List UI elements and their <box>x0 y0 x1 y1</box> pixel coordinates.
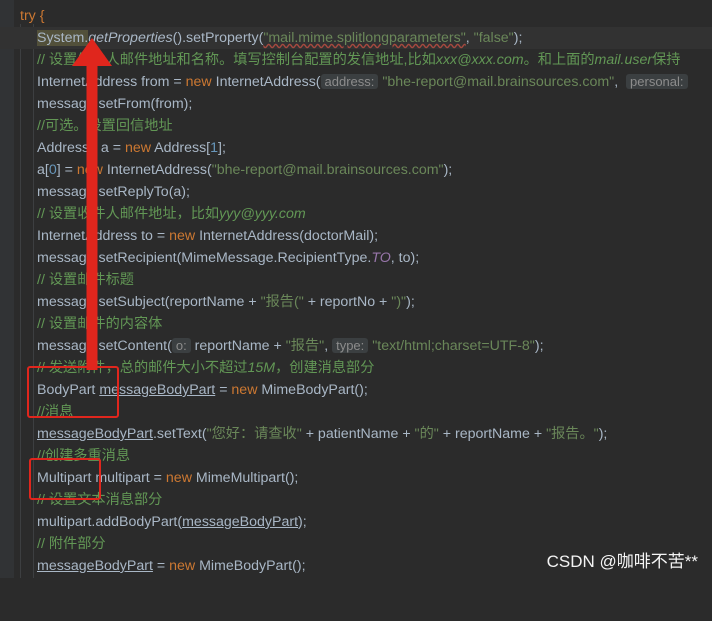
comment-text: // 设置邮件的内容体 <box>37 316 163 332</box>
code-line[interactable]: messageBodyPart.setText("您好：请查收" + patie… <box>0 423 712 445</box>
code-text: a[0] = new InternetAddress("bhe-report@m… <box>37 162 453 178</box>
code-text: multipart.addBodyPart(messageBodyPart); <box>37 514 307 530</box>
code-line-comment[interactable]: // 设置邮件标题 <box>0 269 712 291</box>
param-hint: personal: <box>626 74 688 89</box>
code-line-comment[interactable]: //创建多重消息 <box>0 445 712 467</box>
code-line-comment[interactable]: // 设置发件人邮件地址和名称。填写控制台配置的发信地址,比如xxx@xxx.c… <box>0 49 712 71</box>
code-line[interactable]: multipart.addBodyPart(messageBodyPart); <box>0 511 712 533</box>
code-line[interactable]: Multipart multipart = new MimeMultipart(… <box>0 467 712 489</box>
code-text: InternetAddress from = new InternetAddre… <box>37 71 688 93</box>
watermark: CSDN @咖啡不苦** <box>546 552 698 571</box>
comment-text: // 附件部分 <box>37 536 106 552</box>
code-text: message.setContent(o: reportName + "报告",… <box>37 338 544 354</box>
code-line-try[interactable]: try { <box>0 5 712 27</box>
code-text: message.setRecipient(MimeMessage.Recipie… <box>37 250 420 266</box>
code-text: InternetAddress to = new InternetAddress… <box>37 228 379 244</box>
code-line[interactable]: message.setSubject(reportName + "报告(" + … <box>0 291 712 313</box>
comment-text: // 设置邮件标题 <box>37 272 134 288</box>
comment-text: // 设置发件人邮件地址和名称。填写控制台配置的发信地址,比如xxx@xxx.c… <box>37 52 681 68</box>
param-hint: o: <box>171 338 191 353</box>
comment-text: //可选。设置回信地址 <box>37 118 173 134</box>
code-line-comment[interactable]: // 设置邮件的内容体 <box>0 313 712 335</box>
code-line[interactable]: Address[] a = new Address[1]; <box>0 137 712 159</box>
code-line-comment[interactable]: // 设置收件人邮件地址，比如yyy@yyy.com <box>0 203 712 225</box>
keyword-try: try { <box>20 8 45 24</box>
code-text: Address[] a = new Address[1]; <box>37 140 226 156</box>
param-hint: type: <box>332 338 369 353</box>
code-text: messageBodyPart.setText("您好：请查收" + patie… <box>37 426 608 442</box>
code-editor[interactable]: try { System.getProperties().setProperty… <box>0 0 712 578</box>
code-text: message.setReplyTo(a); <box>37 184 190 200</box>
code-line-current[interactable]: System.getProperties().setProperty("mail… <box>0 27 712 49</box>
param-hint: address: <box>320 74 379 89</box>
code-line-comment[interactable]: //可选。设置回信地址 <box>0 115 712 137</box>
code-line[interactable]: message.setRecipient(MimeMessage.Recipie… <box>0 247 712 269</box>
code-text: message.setFrom(from); <box>37 96 193 112</box>
code-line[interactable]: message.setFrom(from); <box>0 93 712 115</box>
code-text: message.setSubject(reportName + "报告(" + … <box>37 294 415 310</box>
code-line-comment[interactable]: // 设置文本消息部分 <box>0 489 712 511</box>
code-line[interactable]: message.setReplyTo(a); <box>0 181 712 203</box>
annotation-box-multipart <box>29 458 101 500</box>
code-text: messageBodyPart = new MimeBodyPart(); <box>37 558 306 574</box>
code-text: System.getProperties().setProperty("mail… <box>37 30 523 46</box>
annotation-box-bodypart <box>27 366 119 418</box>
code-line[interactable]: InternetAddress from = new InternetAddre… <box>0 71 712 93</box>
code-line[interactable]: InternetAddress to = new InternetAddress… <box>0 225 712 247</box>
code-line[interactable]: a[0] = new InternetAddress("bhe-report@m… <box>0 159 712 181</box>
comment-text: // 设置收件人邮件地址，比如yyy@yyy.com <box>37 206 306 222</box>
code-line[interactable]: message.setContent(o: reportName + "报告",… <box>0 335 712 357</box>
